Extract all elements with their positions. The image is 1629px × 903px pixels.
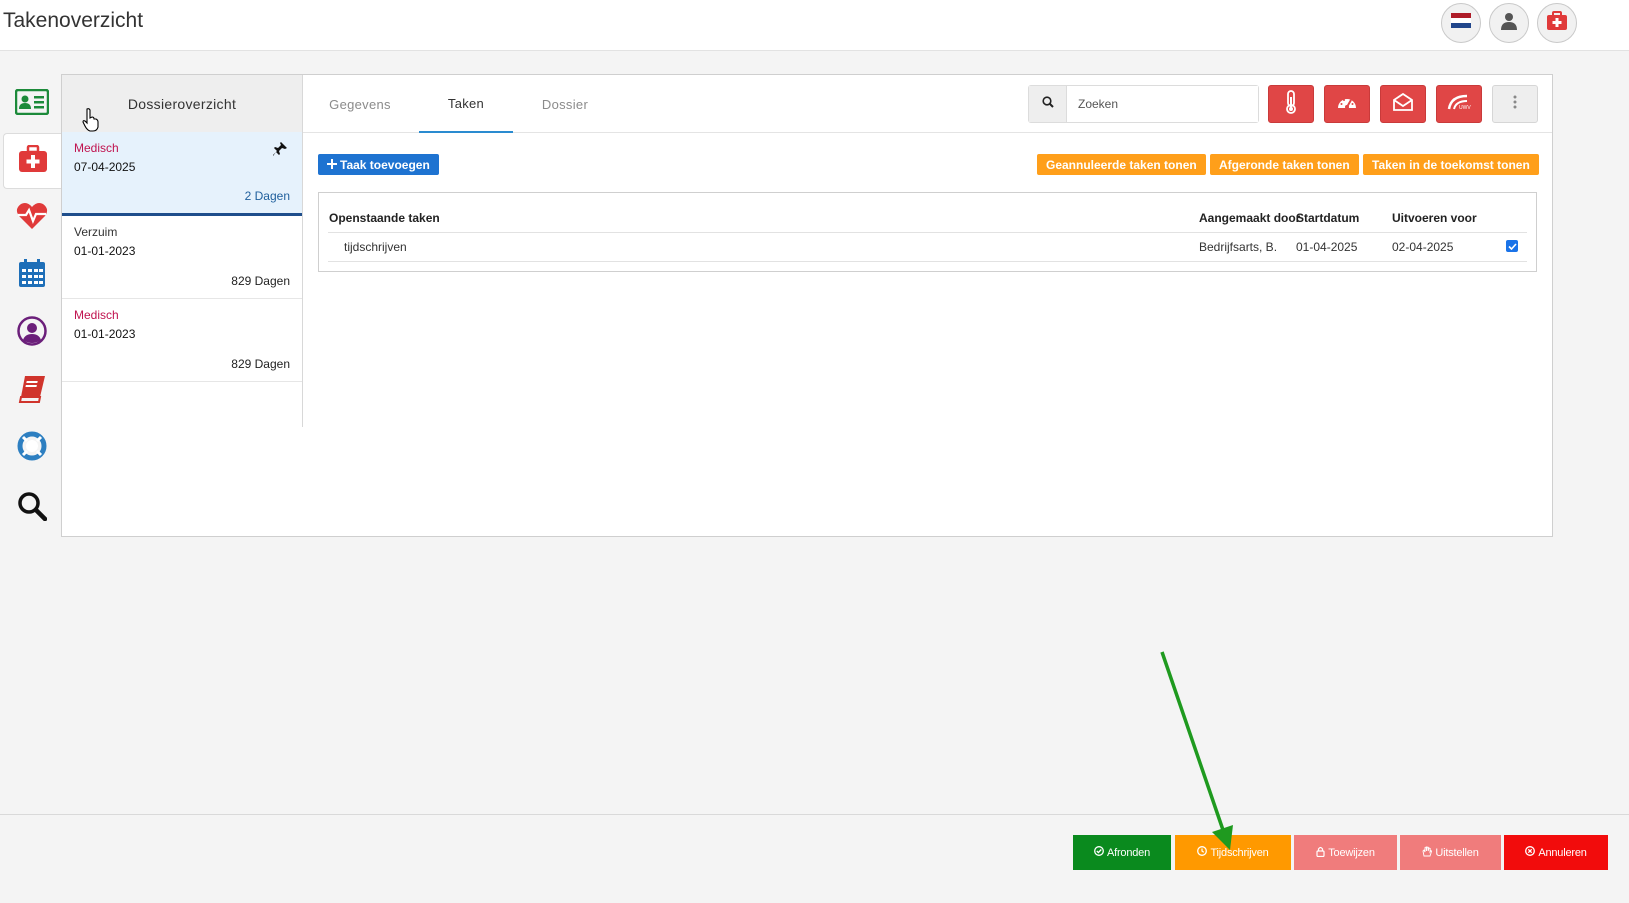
pin-icon[interactable]: [272, 141, 288, 160]
main-panel: Dossieroverzicht Medisch 07-04-2025 2 Da…: [61, 74, 1553, 537]
lifebuoy-icon: [17, 431, 47, 466]
tab-bar: Gegevens Taken Dossier Zoeken UWV: [303, 75, 1552, 133]
thermometer-icon: [1284, 89, 1298, 119]
uwv-icon: UWV: [1447, 93, 1471, 116]
dossier-item-days: 829 Dagen: [231, 357, 290, 371]
sidebar-item-library[interactable]: [3, 363, 61, 419]
sidebar-item-health[interactable]: [3, 190, 61, 246]
times-circle-icon: [1525, 846, 1536, 859]
sidebar-item-search[interactable]: [3, 480, 61, 536]
task-name: tijdschrijven: [344, 240, 407, 254]
tasks-table: Openstaande taken Aangemaakt door Startd…: [318, 192, 1537, 272]
assign-button[interactable]: Toewijzen: [1294, 835, 1397, 870]
column-header-due: Uitvoeren voor: [1392, 211, 1477, 225]
book-icon: [18, 375, 46, 408]
tab-gegevens[interactable]: Gegevens: [320, 75, 400, 133]
sidebar-item-personal[interactable]: [3, 76, 61, 132]
bottom-action-bar: Afronden Tijdschrijven Toewijzen Uitstel…: [0, 814, 1629, 903]
temperature-button[interactable]: [1268, 85, 1314, 123]
user-icon: [1501, 12, 1517, 35]
dossier-item-type: Medisch: [74, 308, 119, 322]
more-icon: [1513, 95, 1517, 114]
envelope-open-icon: [1393, 92, 1413, 116]
dossier-item[interactable]: Medisch 07-04-2025 2 Dagen: [62, 132, 302, 216]
task-checkbox[interactable]: [1506, 240, 1518, 252]
task-created-by: Bedrijfsarts, B.: [1199, 240, 1278, 254]
plus-icon: [327, 158, 337, 172]
first-aid-icon: [1546, 10, 1568, 36]
dossier-item-date: 01-01-2023: [74, 244, 136, 258]
dossier-item[interactable]: Verzuim 01-01-2023 829 Dagen: [62, 216, 302, 299]
sidebar-item-calendar[interactable]: [3, 247, 61, 303]
page-title: Takenoverzicht: [3, 9, 144, 32]
column-header-task: Openstaande taken: [329, 211, 440, 225]
search-box: [1028, 85, 1259, 123]
add-task-button[interactable]: Taak toevoegen: [318, 154, 439, 175]
dossier-item-days: 2 Dagen: [244, 189, 290, 203]
more-options-button[interactable]: [1492, 85, 1538, 123]
sidebar-item-medical[interactable]: [3, 133, 61, 189]
hand-icon: [1422, 845, 1433, 860]
flag-icon: [1451, 13, 1471, 33]
assign-label: Toewijzen: [1328, 846, 1375, 859]
dossier-item-type: Verzuim: [74, 225, 118, 239]
sidebar-item-help[interactable]: [3, 420, 61, 476]
show-future-button[interactable]: Taken in de toekomst tonen: [1363, 154, 1539, 175]
task-start-date: 01-04-2025: [1296, 240, 1358, 254]
language-button[interactable]: [1441, 3, 1481, 43]
dossier-item-date: 01-01-2023: [74, 327, 136, 341]
cancel-label: Annuleren: [1538, 846, 1587, 859]
svg-text:UWV: UWV: [1459, 105, 1471, 111]
row-divider: [328, 232, 1527, 233]
task-due-date: 02-04-2025: [1392, 240, 1454, 254]
postpone-button[interactable]: Uitstellen: [1400, 835, 1501, 870]
user-menu-button[interactable]: [1489, 3, 1529, 43]
cancel-button[interactable]: Annuleren: [1504, 835, 1608, 870]
dashboard-button[interactable]: [1324, 85, 1370, 123]
show-completed-button[interactable]: Afgeronde taken tonen: [1210, 154, 1359, 175]
tab-dossier[interactable]: Dossier: [528, 75, 602, 133]
content-area: Gegevens Taken Dossier Zoeken UWV Taak t…: [303, 75, 1552, 538]
heartbeat-icon: [16, 202, 48, 235]
first-aid-kit-icon: [18, 144, 48, 178]
column-header-start: Startdatum: [1296, 211, 1360, 225]
dossier-item-days: 829 Dagen: [231, 274, 290, 288]
add-task-label: Taak toevoegen: [340, 157, 430, 172]
dossier-item-type: Medisch: [74, 141, 119, 155]
dossier-item[interactable]: Medisch 01-01-2023 829 Dagen: [62, 299, 302, 382]
user-circle-icon: [17, 315, 47, 351]
top-bar: Takenoverzicht: [0, 0, 1629, 51]
first-aid-button[interactable]: [1537, 3, 1577, 43]
lock-icon: [1316, 846, 1325, 860]
dossier-item-date: 07-04-2025: [74, 160, 136, 174]
tab-taken[interactable]: Taken: [419, 75, 513, 133]
calendar-icon: [18, 258, 46, 293]
search-button[interactable]: [1029, 86, 1067, 122]
row-divider: [328, 261, 1527, 262]
mouse-cursor: [82, 108, 99, 132]
show-cancelled-button[interactable]: Geannuleerde taken tonen: [1037, 154, 1206, 175]
search-icon: [17, 491, 48, 526]
search-icon: [1041, 95, 1054, 113]
column-header-created-by: Aangemaakt door: [1199, 211, 1301, 225]
sidebar-item-contacts[interactable]: [3, 305, 61, 361]
annotation-arrow: [1160, 651, 1233, 850]
uwv-button[interactable]: UWV: [1436, 85, 1482, 123]
messages-button[interactable]: [1380, 85, 1426, 123]
postpone-label: Uitstellen: [1435, 846, 1479, 859]
search-input[interactable]: [1067, 86, 1258, 122]
dashboard-icon: [1337, 94, 1357, 115]
id-card-icon: [14, 88, 50, 120]
